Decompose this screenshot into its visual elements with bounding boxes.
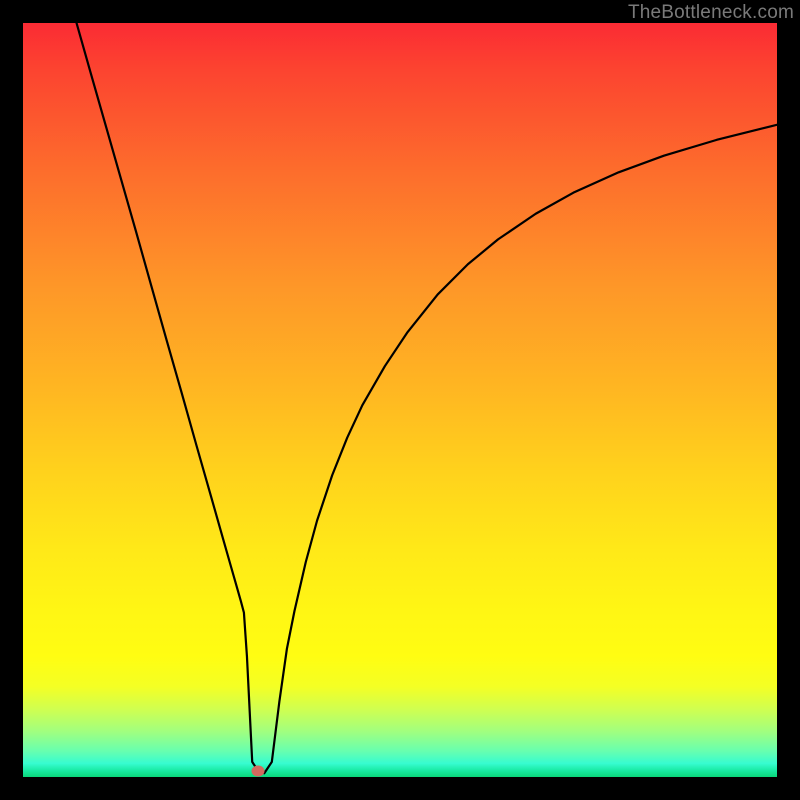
bottleneck-curve	[23, 23, 777, 777]
optimal-point-marker	[252, 765, 265, 776]
attribution-text: TheBottleneck.com	[628, 2, 794, 24]
chart-frame: TheBottleneck.com	[0, 0, 800, 800]
chart-plot-area	[23, 23, 777, 777]
